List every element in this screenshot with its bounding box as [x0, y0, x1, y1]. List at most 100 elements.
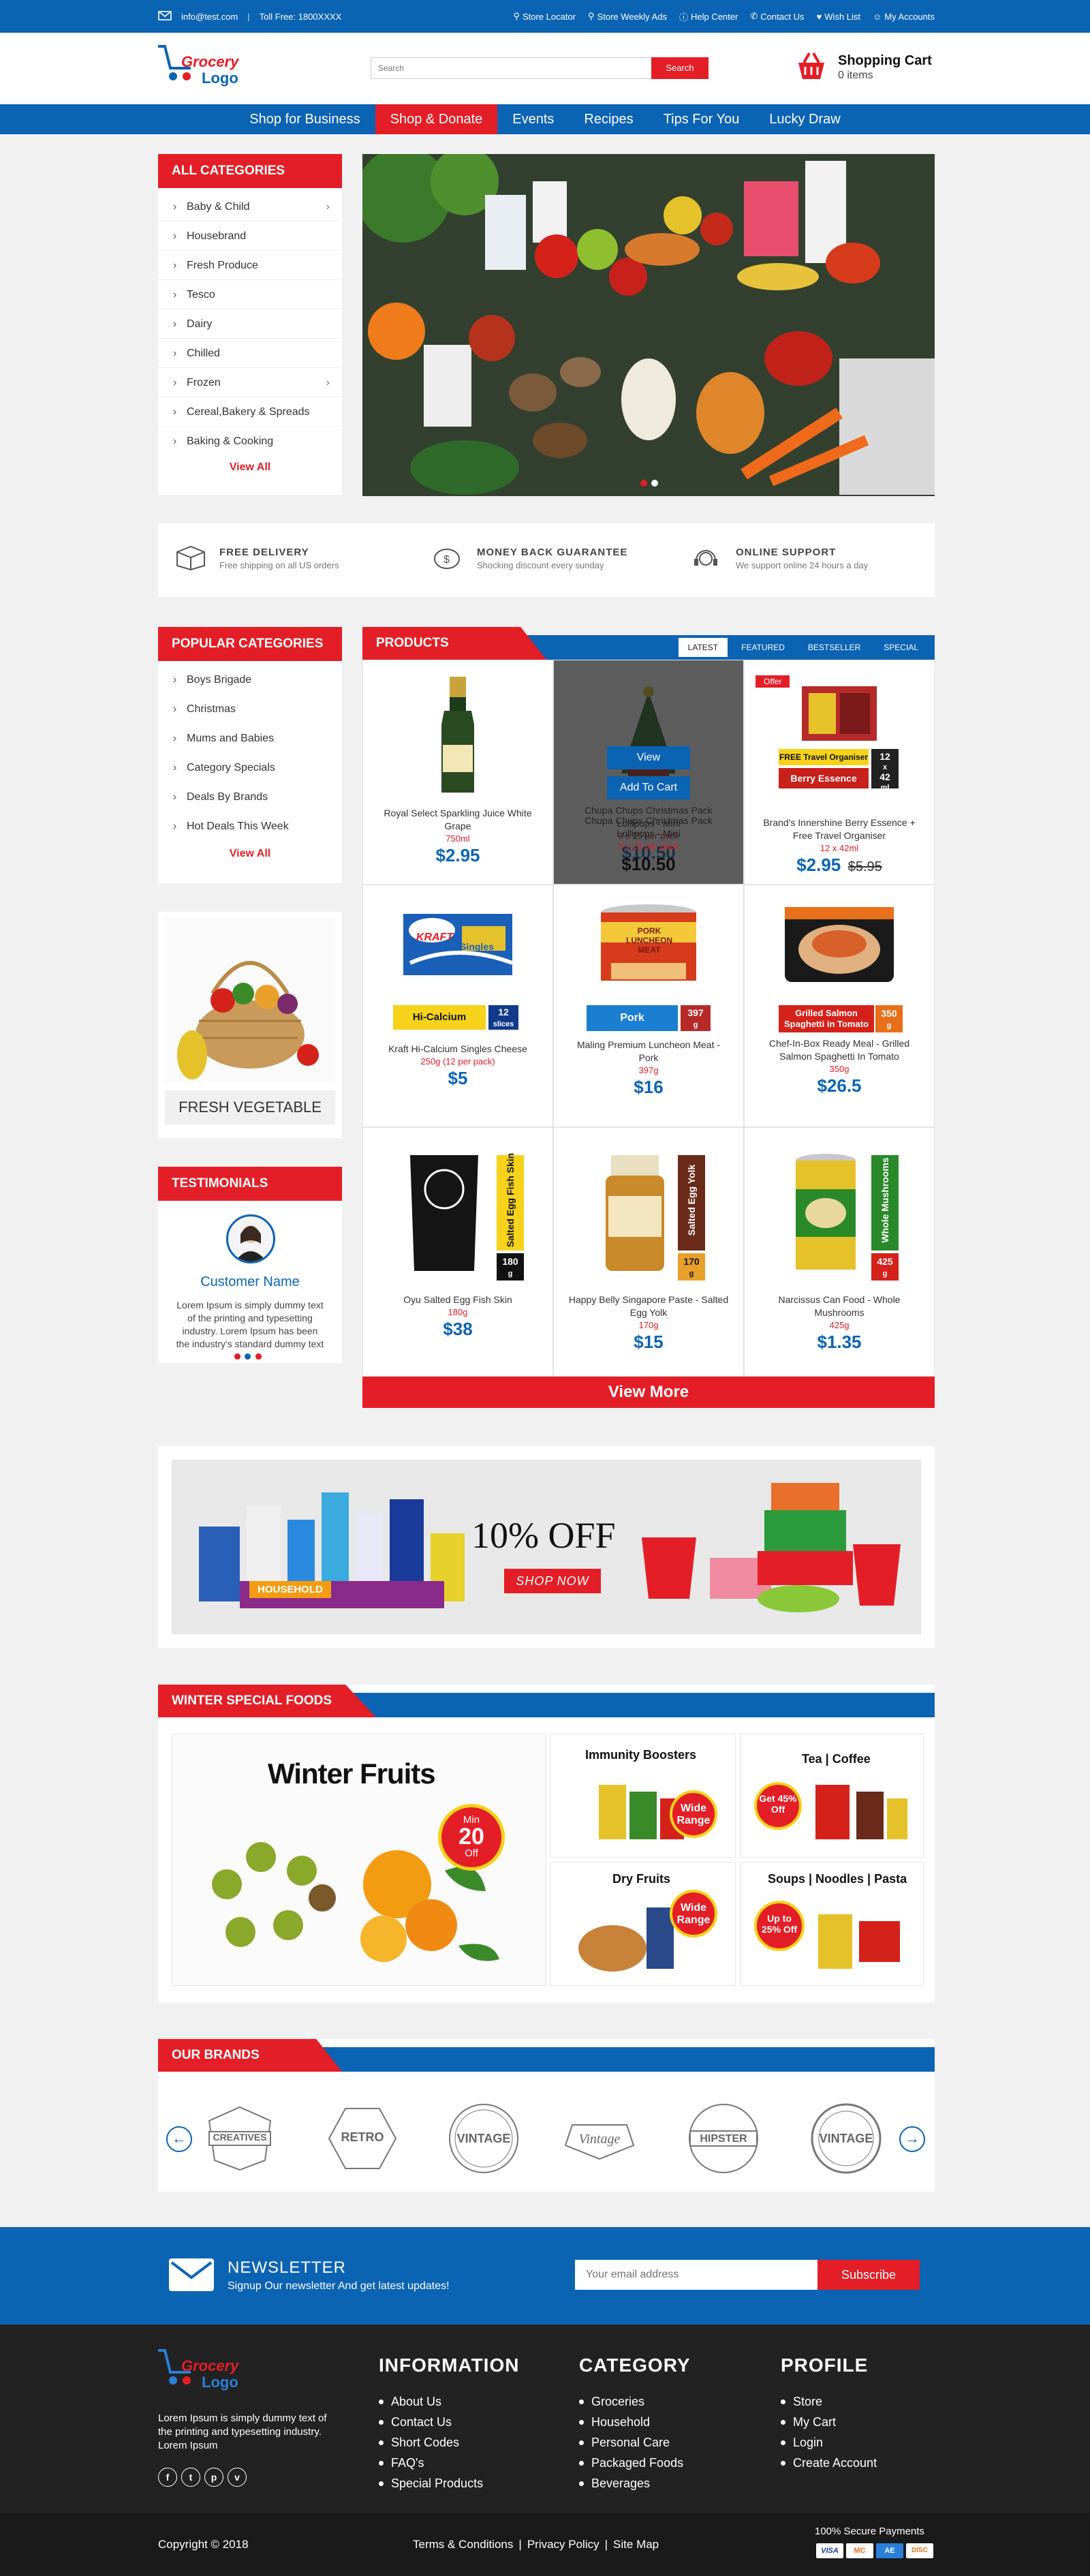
subscribe-button[interactable]: Subscribe — [818, 2260, 920, 2290]
my-accounts-link[interactable]: ☺ My Accounts — [873, 12, 935, 22]
footer-link[interactable]: My Cart — [781, 2412, 931, 2432]
category-item[interactable]: Chilled — [158, 339, 342, 368]
footer-link[interactable]: About Us — [379, 2391, 556, 2412]
contact-email[interactable]: info@test.com — [181, 12, 238, 22]
product-card[interactable]: Offer FREE Travel Organiser Berry Essenc… — [744, 660, 935, 885]
nav-shop-donate[interactable]: Shop & Donate — [375, 104, 498, 134]
brand-logo[interactable]: HIPSTER — [683, 2104, 764, 2173]
nav-lucky-draw[interactable]: Lucky Draw — [754, 104, 855, 134]
footer-link[interactable]: Personal Care — [579, 2432, 756, 2453]
privacy-link[interactable]: Privacy Policy — [527, 2538, 600, 2551]
winter-tile-immunity[interactable]: Immunity Boosters Wide Range — [550, 1734, 736, 1858]
hero-groceries-image — [362, 154, 935, 496]
footer-link[interactable]: Create Account — [781, 2453, 931, 2473]
store-locator-link[interactable]: ⚲ Store Locator — [513, 11, 576, 22]
feature-free-delivery: FREE DELIVERY Free shipping on all US or… — [173, 544, 398, 578]
footer-link[interactable]: Groceries — [579, 2391, 756, 2412]
winter-fruits-banner[interactable]: Winter Fruits Min 20 Off — [172, 1734, 546, 1986]
contact-us-link[interactable]: ✆ Contact Us — [750, 11, 804, 22]
brand-logo[interactable]: CREATIVES — [199, 2104, 281, 2173]
tab-latest[interactable]: LATEST — [678, 638, 728, 657]
view-more-button[interactable]: View More — [362, 1377, 935, 1408]
terms-link[interactable]: Terms & Conditions — [413, 2538, 513, 2551]
winter-tile-dry-fruits[interactable]: Dry Fruits Wide Range — [550, 1862, 736, 1986]
product-card[interactable]: PORK LUNCHEON MEAT Pork 397 g Maling Prem… — [553, 885, 744, 1127]
fresh-vegetable-banner[interactable]: FRESH VEGETABLE — [158, 912, 342, 1138]
popular-item[interactable]: Category Specials — [158, 753, 342, 782]
brand-logo[interactable]: VINTAGE — [805, 2103, 887, 2174]
tab-featured[interactable]: FEATURED — [732, 638, 794, 657]
logo[interactable]: Grocery Logo — [157, 40, 245, 94]
product-card[interactable]: Grilled Salmon Spaghetti in Tomato 350 g … — [744, 885, 935, 1127]
pinterest-icon[interactable]: p — [204, 2468, 223, 2487]
nav-events[interactable]: Events — [497, 104, 569, 134]
product-card[interactable]: Salted Egg Fish Skin 180 g Oyu Salted Egg… — [362, 1127, 553, 1377]
popular-view-all[interactable]: View All — [158, 848, 342, 860]
footer-link[interactable]: FAQ's — [379, 2453, 556, 2473]
product-card[interactable]: Salted Egg Yolk 170 g Happy Belly Singapo… — [553, 1127, 744, 1377]
footer-link[interactable]: Special Products — [379, 2473, 556, 2494]
product-card[interactable]: Royal Select Sparkling Juice White Grape… — [362, 660, 553, 885]
add-to-cart-button[interactable]: Add To Cart — [607, 776, 690, 799]
nav-shop-business[interactable]: Shop for Business — [234, 104, 375, 134]
sitemap-link[interactable]: Site Map — [613, 2538, 659, 2551]
search-input[interactable] — [371, 58, 651, 78]
view-button[interactable]: View — [607, 746, 690, 769]
hero-banner[interactable] — [362, 154, 935, 496]
twitter-icon[interactable]: t — [181, 2468, 200, 2487]
footer-link[interactable]: Beverages — [579, 2473, 756, 2494]
category-item[interactable]: Tesco — [158, 280, 342, 309]
popular-item[interactable]: Christmas — [158, 694, 342, 724]
category-item[interactable]: Baking & Cooking — [158, 427, 342, 456]
popular-item[interactable]: Mums and Babies — [158, 724, 342, 753]
promo-banner[interactable]: HOUSEHOLD 10% OFF SHOP NOW — [172, 1460, 921, 1634]
popular-item[interactable]: Hot Deals This Week — [158, 812, 342, 841]
footer-link[interactable]: Contact Us — [379, 2412, 556, 2432]
shop-now-button[interactable]: SHOP NOW — [504, 1569, 601, 1593]
discount-badge: Min 20 Off — [438, 1804, 505, 1871]
category-item[interactable]: Housebrand — [158, 221, 342, 251]
wish-list-link[interactable]: ♥ Wish List — [817, 12, 860, 22]
footer-link[interactable]: Login — [781, 2432, 931, 2453]
popular-item[interactable]: Boys Brigade — [158, 665, 342, 694]
brand-logo[interactable]: RETRO — [322, 2104, 403, 2173]
nav-recipes[interactable]: Recipes — [569, 104, 648, 134]
dot[interactable] — [245, 1353, 251, 1360]
category-item[interactable]: Cereal,Bakery & Spreads — [158, 397, 342, 427]
newsletter-email-input[interactable] — [575, 2260, 819, 2290]
footer-link[interactable]: Packaged Foods — [579, 2453, 756, 2473]
brands-next-button[interactable]: → — [899, 2126, 925, 2152]
footer-link[interactable]: Store — [781, 2391, 931, 2412]
dot[interactable] — [255, 1353, 262, 1360]
help-center-link[interactable]: ⓘ Help Center — [679, 10, 738, 23]
category-item[interactable]: Frozen› — [158, 368, 342, 397]
slider-dot-active[interactable] — [640, 480, 647, 487]
tab-special[interactable]: SPECIAL — [874, 638, 928, 657]
shopping-cart[interactable]: Shopping Cart 0 items — [794, 49, 944, 90]
categories-view-all[interactable]: View All — [158, 461, 342, 474]
footer-link[interactable]: Household — [579, 2412, 756, 2432]
facebook-icon[interactable]: f — [158, 2468, 177, 2487]
brand-logo[interactable]: Vintage — [559, 2104, 640, 2173]
footer-logo[interactable]: Grocery Logo — [157, 2346, 252, 2401]
search-button[interactable]: Search — [651, 57, 708, 79]
weekly-ads-link[interactable]: ⚲ Store Weekly Ads — [588, 11, 667, 22]
product-card[interactable]: Whole Mushrooms 425 g Narcissus Can Food … — [744, 1127, 935, 1377]
brand-logo[interactable]: VINTAGE — [443, 2104, 525, 2173]
product-card-hover[interactable]: Chupa Chups Christmas Pack Lollipops - M… — [553, 660, 744, 885]
footer-link[interactable]: Short Codes — [379, 2432, 556, 2453]
brands-prev-button[interactable]: ← — [166, 2126, 192, 2152]
vimeo-icon[interactable]: v — [228, 2468, 247, 2487]
product-card[interactable]: KRAFT Singles Hi-Calcium 12 slices Kraft … — [362, 885, 553, 1127]
dot-active[interactable] — [234, 1353, 240, 1360]
category-item[interactable]: Fresh Produce — [158, 251, 342, 280]
category-item[interactable]: Dairy — [158, 309, 342, 339]
tab-bestseller[interactable]: BESTSELLER — [798, 638, 870, 657]
vegetable-basket-image — [165, 919, 335, 1082]
category-item[interactable]: Baby & Child› — [158, 192, 342, 221]
slider-dot[interactable] — [651, 480, 658, 487]
winter-tile-tea[interactable]: Tea | Coffee Get 45% Off — [740, 1734, 924, 1858]
popular-item[interactable]: Deals By Brands — [158, 782, 342, 812]
nav-tips[interactable]: Tips For You — [649, 104, 755, 134]
winter-tile-soups[interactable]: Soups | Noodles | Pasta Up to 25% Off — [740, 1862, 924, 1986]
